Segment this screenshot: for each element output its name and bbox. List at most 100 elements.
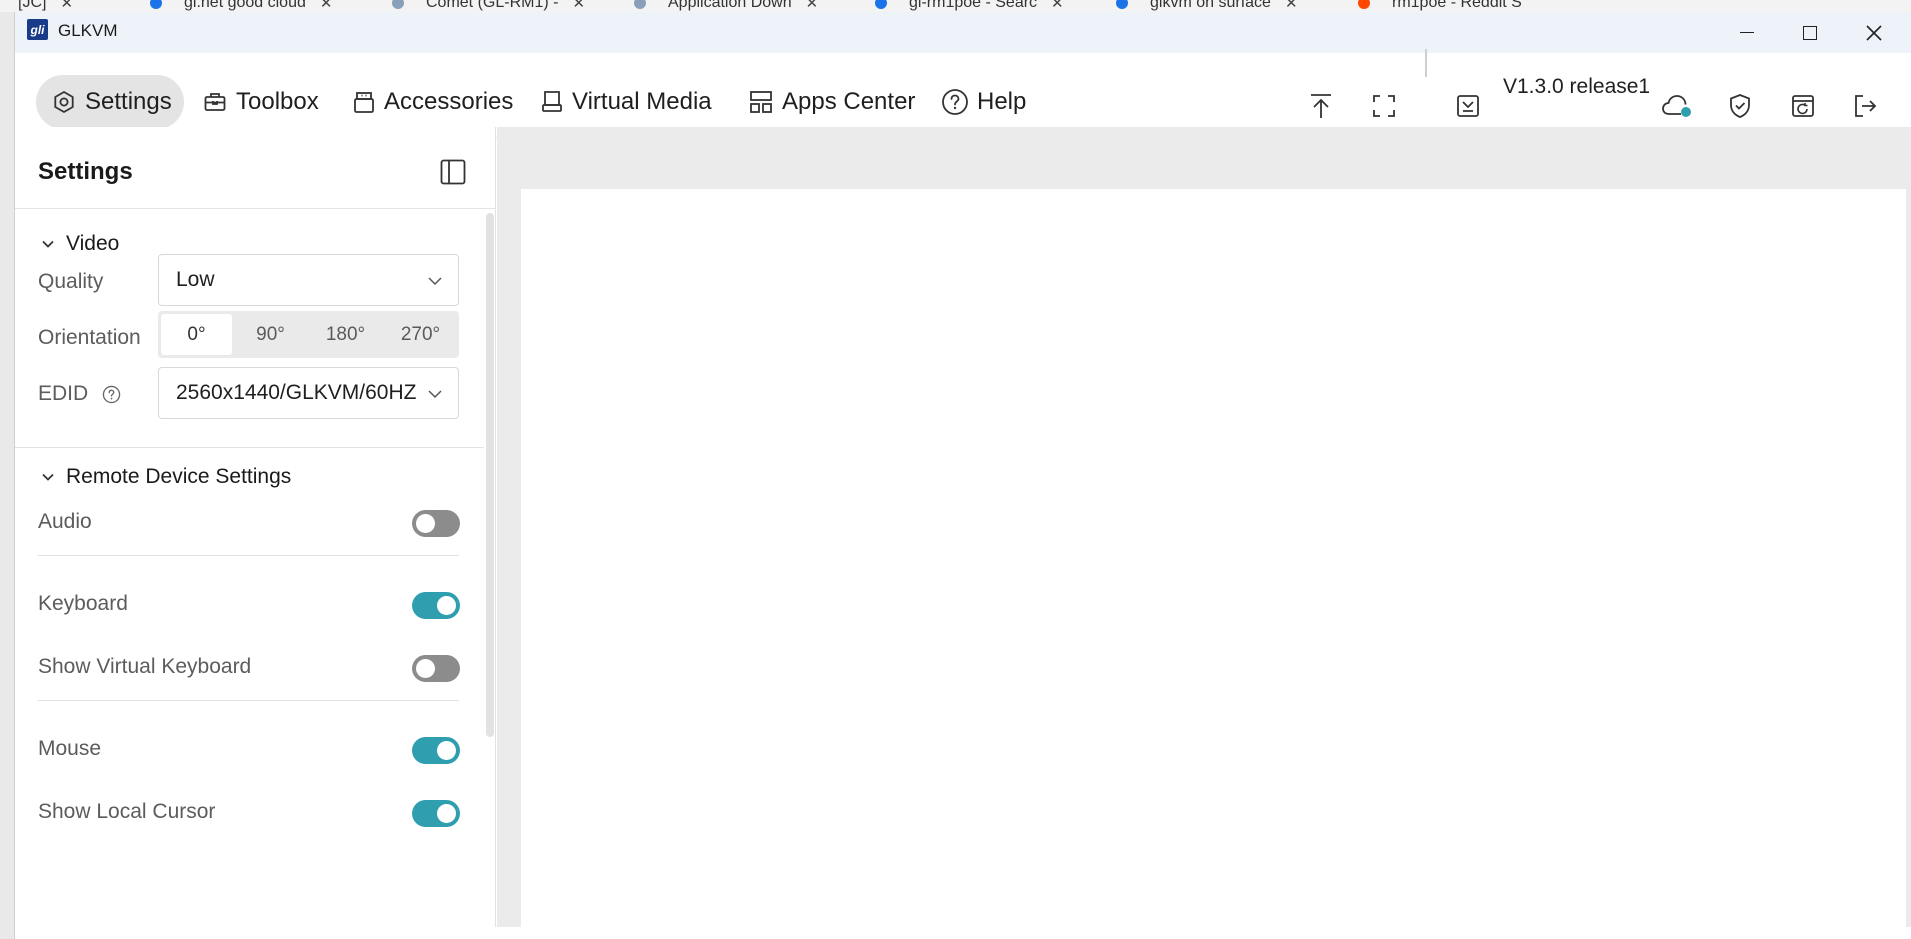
security-button[interactable] [1724, 90, 1756, 122]
window-title: GLKVM [58, 21, 118, 40]
mouse-toggle[interactable] [412, 737, 460, 764]
browser-tab[interactable]: Application Down ✕ [634, 0, 818, 12]
close-icon[interactable]: ✕ [60, 0, 73, 12]
video-section-toggle[interactable]: Video [40, 232, 119, 256]
restart-icon [1792, 95, 1814, 117]
fullscreen-button[interactable] [1368, 90, 1400, 122]
maximize-icon [1803, 25, 1817, 40]
restart-button[interactable] [1787, 90, 1819, 122]
close-icon[interactable]: ✕ [320, 0, 333, 12]
orientation-label: Orientation [38, 326, 141, 349]
version-label: V1.3.0 release1 [1503, 75, 1651, 98]
app-logo-icon: gli [27, 19, 48, 40]
local-cursor-label: Show Local Cursor [38, 800, 216, 823]
orientation-0[interactable]: 0° [161, 314, 232, 355]
audio-label: Audio [38, 510, 92, 533]
browser-tab[interactable]: gl-rm1poe - Searc ✕ [875, 0, 1064, 12]
favicon-icon [1358, 0, 1370, 9]
orientation-270[interactable]: 270° [385, 314, 456, 355]
shield-icon [1730, 94, 1750, 118]
cloud-button[interactable] [1659, 90, 1695, 122]
quality-select[interactable]: Low [158, 254, 459, 306]
quality-label: Quality [38, 270, 104, 293]
browser-tab-title: Comet (GL-RM1) - [426, 0, 559, 11]
close-window-button[interactable] [1842, 12, 1906, 53]
help-icon[interactable] [102, 385, 121, 404]
nav-apps-center[interactable]: Apps Center [748, 75, 915, 129]
orientation-segmented-control: 0° 90° 180° 270° [158, 311, 459, 358]
toggle-knob [437, 804, 456, 823]
browser-tab[interactable]: rm1poe - Reddit S [1358, 0, 1522, 12]
remote-video-canvas[interactable] [521, 189, 1906, 927]
keyboard-toggle[interactable] [412, 592, 460, 619]
scrollbar-thumb[interactable] [486, 213, 494, 737]
close-icon[interactable]: ✕ [1285, 0, 1298, 12]
nav-toolbox[interactable]: Toolbox [202, 75, 319, 129]
row-divider [38, 700, 459, 701]
nav-label: Settings [85, 88, 172, 115]
drive-icon [542, 91, 562, 112]
virtual-keyboard-label: Show Virtual Keyboard [38, 655, 252, 678]
nav-label: Toolbox [236, 88, 319, 115]
mouse-label: Mouse [38, 737, 102, 760]
browser-tab-title: glkvm on surface [1150, 0, 1271, 11]
close-icon[interactable]: ✕ [1051, 0, 1064, 12]
browser-tab-title: gl-rm1poe - Searc [909, 0, 1038, 11]
chevron-down-icon [428, 277, 442, 286]
local-cursor-toggle[interactable] [412, 800, 460, 827]
virtual-keyboard-toggle[interactable] [412, 655, 460, 682]
browser-tab[interactable]: gl.net good cloud ✕ [150, 0, 332, 12]
sidebar-header: Settings [15, 127, 495, 209]
nav-settings[interactable]: Settings [36, 75, 184, 129]
keyboard-label: Keyboard [38, 592, 128, 615]
close-icon[interactable]: ✕ [806, 0, 819, 12]
maximize-button[interactable] [1778, 12, 1842, 53]
edid-select[interactable]: 2560x1440/GLKVM/60HZ [158, 367, 459, 419]
favicon-icon [1116, 0, 1128, 9]
orientation-90[interactable]: 90° [235, 314, 306, 355]
chevron-down-icon [42, 240, 54, 248]
edid-label: EDID [38, 382, 89, 405]
toggle-knob [437, 596, 456, 615]
apps-icon [750, 91, 772, 113]
remote-device-section-toggle[interactable]: Remote Device Settings [40, 465, 291, 489]
nav-label: Help [977, 88, 1027, 115]
download-button[interactable] [1452, 90, 1484, 122]
nav-label: Accessories [384, 88, 514, 115]
usb-icon [354, 92, 374, 113]
browser-tab-title: rm1poe - Reddit S [1392, 0, 1522, 11]
background-browser-tabs: [JC] ✕ gl.net good cloud ✕ Comet (GL-RM1) … [0, 0, 1911, 12]
remote-display-area [497, 127, 1911, 927]
download-icon [1457, 95, 1479, 117]
chevron-down-icon [42, 473, 54, 481]
window-titlebar[interactable]: gli GLKVM [15, 12, 1911, 53]
toggle-knob [437, 741, 456, 760]
favicon-icon [392, 0, 404, 9]
nav-accessories[interactable]: Accessories [352, 75, 513, 129]
logout-button[interactable] [1849, 90, 1881, 122]
browser-tab[interactable]: glkvm on surface ✕ [1116, 0, 1298, 12]
edid-label-group: EDID [38, 382, 121, 406]
browser-tab[interactable]: Comet (GL-RM1) - ✕ [392, 0, 585, 12]
close-icon[interactable]: ✕ [572, 0, 585, 12]
favicon-icon [634, 0, 646, 9]
orientation-180[interactable]: 180° [310, 314, 381, 355]
nav-help[interactable]: Help [941, 75, 1026, 129]
sidebar-toggle-icon [440, 159, 466, 185]
section-divider [15, 447, 484, 448]
toggle-knob [416, 659, 435, 678]
browser-tab[interactable]: [JC] ✕ [18, 0, 73, 12]
minimize-button[interactable] [1715, 12, 1779, 53]
screen: [JC] ✕ gl.net good cloud ✕ Comet (GL-RM1) … [0, 0, 1911, 939]
toolbar-divider [1425, 49, 1427, 77]
nav-virtual-media[interactable]: Virtual Media [540, 75, 712, 129]
edid-value: 2560x1440/GLKVM/60HZ [176, 381, 417, 404]
collapse-sidebar-button[interactable] [440, 159, 466, 190]
upload-button[interactable] [1305, 90, 1337, 122]
audio-toggle[interactable] [412, 510, 460, 537]
quality-value: Low [176, 268, 215, 291]
toolbox-icon [204, 93, 226, 111]
toggle-knob [416, 514, 435, 533]
upload-icon [1311, 94, 1331, 118]
favicon-icon [875, 0, 887, 9]
